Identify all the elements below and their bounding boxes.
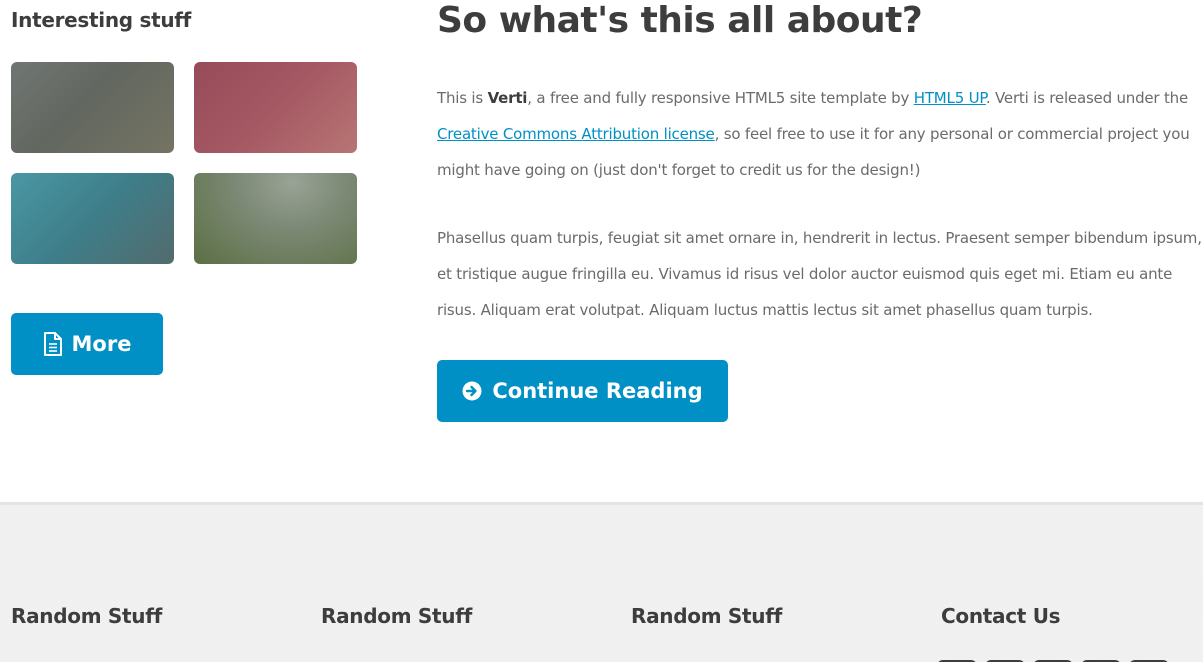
sidebar-title: Interesting stuff xyxy=(11,8,192,32)
intro-text: . Verti is released under the xyxy=(985,89,1188,107)
page-title: So what's this all about? xyxy=(437,0,923,41)
intro-text: This is xyxy=(437,89,488,107)
arrow-circle-right-icon xyxy=(462,381,482,401)
thumbnail-image[interactable] xyxy=(194,173,357,264)
brand-name: Verti xyxy=(487,89,528,107)
thumbnail-image[interactable] xyxy=(11,62,174,153)
html5up-link[interactable]: HTML5 UP xyxy=(914,89,986,107)
body-paragraph: Phasellus quam turpis, feugiat sit amet … xyxy=(437,229,1202,319)
intro-text: , a free and fully responsive HTML5 site… xyxy=(527,89,914,107)
continue-reading-label: Continue Reading xyxy=(492,379,703,403)
more-button-label: More xyxy=(71,332,132,356)
footer: Random Stuff Random Stuff Random Stuff C… xyxy=(0,502,1203,662)
continue-reading-button[interactable]: Continue Reading xyxy=(437,360,728,422)
intro-paragraph: This is Verti, a free and fully responsi… xyxy=(437,80,1203,188)
more-button[interactable]: More xyxy=(11,313,163,375)
main-section: Interesting stuff More So what's this al… xyxy=(0,0,1203,502)
contact-title: Contact Us xyxy=(941,604,1061,628)
footer-column-title: Random Stuff xyxy=(631,604,782,628)
document-icon xyxy=(43,332,63,356)
thumbnail-image[interactable] xyxy=(194,62,357,153)
footer-column-title: Random Stuff xyxy=(321,604,472,628)
license-link[interactable]: Creative Commons Attribution license xyxy=(437,125,715,143)
thumbnail-image[interactable] xyxy=(11,173,174,264)
footer-column-title: Random Stuff xyxy=(11,604,162,628)
